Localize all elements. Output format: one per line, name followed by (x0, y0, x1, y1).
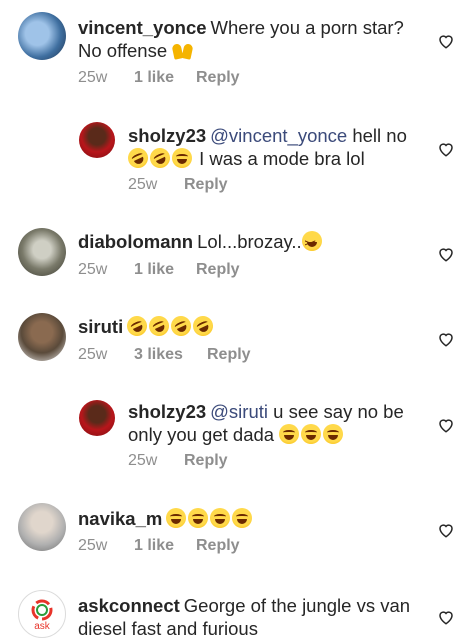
comment-time: 25w (78, 261, 108, 278)
heart-outline-icon[interactable] (437, 330, 455, 348)
comment-meta: 25w 3 likes Reply (78, 346, 251, 364)
face-with-tears-of-joy-icon (232, 508, 253, 528)
reply-button[interactable]: Reply (184, 452, 228, 470)
heart-outline-icon[interactable] (437, 32, 455, 50)
avatar[interactable] (18, 12, 66, 60)
reply-button[interactable]: Reply (184, 176, 228, 194)
comment-meta: 25w 1 like Reply (78, 537, 240, 555)
reply-button[interactable]: Reply (196, 537, 240, 555)
face-with-tears-of-joy-icon (188, 508, 209, 528)
reply-button[interactable]: Reply (196, 261, 240, 279)
comment-item: navika_m 25w 1 like Reply (0, 495, 468, 575)
heart-outline-icon[interactable] (437, 245, 455, 263)
face-with-tears-of-joy-icon (172, 148, 192, 168)
face-with-tears-of-joy-icon (301, 424, 322, 444)
avatar[interactable] (18, 503, 66, 551)
comment-likes[interactable]: 1 like (134, 537, 196, 555)
avatar[interactable]: ask (18, 590, 66, 638)
comment-time: 25w (128, 452, 158, 469)
rolling-on-the-floor-laughing-icon (189, 312, 217, 340)
rolling-on-the-floor-laughing-icon (124, 144, 152, 172)
comment-likes[interactable]: 3 likes (134, 346, 207, 364)
comment-item: diabolomannLol...brozay.. 25w 1 like Rep… (0, 220, 468, 300)
comment-username[interactable]: sholzy23 (128, 401, 206, 422)
comment-item: ask askconnect George of the jungle vs va… (0, 582, 468, 640)
rolling-on-the-floor-laughing-icon (123, 312, 151, 340)
comment-username[interactable]: navika_m (78, 508, 162, 529)
avatar[interactable] (79, 122, 115, 158)
comment-text: diabolomann Lol...brozay.. (78, 230, 418, 255)
comment-time: 25w (78, 69, 108, 86)
raising-hands-icon (172, 40, 194, 60)
comment-time: 25w (78, 537, 108, 554)
comment-username[interactable]: sholzy23 (128, 125, 206, 146)
comment-item: vincent_yonce Where you a porn star? No o… (0, 0, 468, 100)
heart-outline-icon[interactable] (437, 521, 455, 539)
heart-outline-icon[interactable] (437, 140, 455, 158)
comment-text: sholzy23 @siruti u see say no be only you… (128, 400, 428, 446)
rolling-on-the-floor-laughing-icon (145, 312, 173, 340)
comment-reply-item: sholzy23 @vincent_yonce hell no I was a m… (0, 108, 468, 208)
comment-username[interactable]: siruti (78, 316, 123, 337)
comment-body: Lol...brozay.. (197, 231, 302, 252)
comment-meta: 25w Reply (128, 452, 228, 470)
comment-text: navika_m (78, 507, 418, 530)
askconnect-logo: ask (31, 599, 53, 632)
face-with-tears-of-joy-icon (210, 508, 231, 528)
avatar[interactable] (18, 228, 66, 276)
grinning-squinting-face-icon (301, 231, 322, 255)
comment-time: 25w (78, 346, 108, 363)
face-with-tears-of-joy-icon (323, 424, 344, 444)
comment-time: 25w (128, 176, 158, 193)
comment-item: siruti 25w 3 likes Reply (0, 305, 468, 385)
face-with-tears-of-joy-icon (166, 508, 187, 528)
avatar[interactable] (79, 400, 115, 436)
comment-text: sholzy23 @vincent_yonce hell no I was a m… (124, 124, 428, 172)
comment-meta: 25w 1 like Reply (78, 261, 240, 279)
comment-likes[interactable]: 1 like (134, 69, 196, 87)
face-with-tears-of-joy-icon (279, 424, 300, 444)
rolling-on-the-floor-laughing-icon (167, 312, 195, 340)
comment-body: hell no (352, 125, 407, 146)
comment-text: vincent_yonce Where you a porn star? No o… (78, 16, 418, 62)
comment-username[interactable]: diabolomann (78, 231, 193, 252)
comment-username[interactable]: vincent_yonce (78, 17, 207, 38)
comment-meta: 25w Reply (128, 176, 228, 194)
comment-mention[interactable]: @vincent_yonce (210, 125, 347, 146)
heart-outline-icon[interactable] (437, 608, 455, 626)
comment-text: siruti (78, 312, 418, 340)
comment-likes[interactable]: 1 like (134, 261, 196, 279)
comment-text: askconnect George of the jungle vs van di… (78, 594, 423, 640)
logo-text: ask (34, 621, 51, 632)
rolling-on-the-floor-laughing-icon (146, 144, 174, 172)
heart-outline-icon[interactable] (437, 416, 455, 434)
comment-username[interactable]: askconnect (78, 595, 180, 616)
comment-meta: 25w 1 like Reply (78, 69, 240, 87)
comment-body-line2: I was a mode bra lol (199, 148, 365, 169)
comment-mention[interactable]: @siruti (210, 401, 268, 422)
comment-reply-item: sholzy23 @siruti u see say no be only you… (0, 390, 468, 490)
avatar[interactable] (18, 313, 66, 361)
reply-button[interactable]: Reply (207, 346, 251, 364)
reply-button[interactable]: Reply (196, 69, 240, 87)
